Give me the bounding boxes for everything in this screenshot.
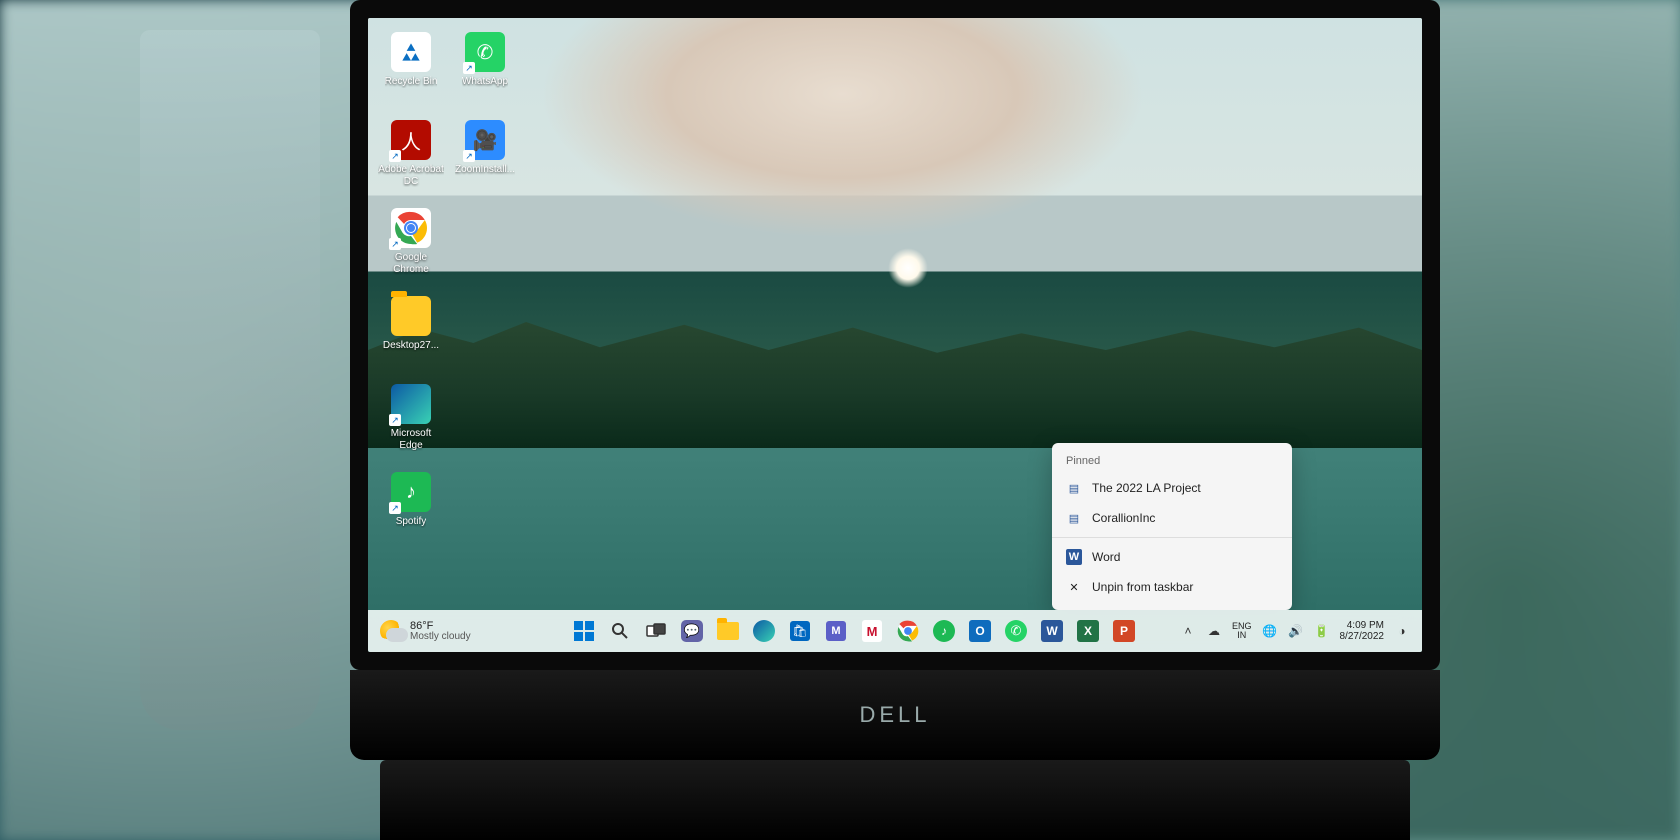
laptop-brand: DELL [350, 670, 1440, 760]
desktop-icon-label: Adobe Acrobat DC [378, 164, 444, 187]
spotify-button[interactable]: ♪ [928, 615, 960, 647]
glass-vase [140, 30, 320, 730]
desktop-icon-label: Desktop27... [383, 340, 439, 352]
desktop-icon-folder[interactable]: Desktop27... [376, 290, 446, 378]
network-icon[interactable]: 🌐 [1262, 623, 1278, 639]
desktop-icon-recycle-bin[interactable]: Recycle Bin [376, 26, 446, 114]
whatsapp-button[interactable]: ✆ [1000, 615, 1032, 647]
app-button[interactable]: M [820, 615, 852, 647]
recycle-bin-icon [391, 32, 431, 72]
taskbar-center: 💬 🛍 M M ♪ O ✆ W X P [528, 615, 1180, 647]
app-icon: M [826, 621, 846, 641]
desktop-icon-acrobat[interactable]: 人 Adobe Acrobat DC [376, 114, 446, 202]
desktop-icon-edge[interactable]: Microsoft Edge [376, 378, 446, 466]
tray-chevron-icon[interactable]: ˄ [1180, 623, 1196, 639]
outlook-button[interactable]: O [964, 615, 996, 647]
jumplist-app-row[interactable]: W Word [1052, 542, 1292, 572]
chrome-button[interactable] [892, 615, 924, 647]
jumplist-unpin-row[interactable]: ✕ Unpin from taskbar [1052, 572, 1292, 602]
powerpoint-icon: P [1113, 620, 1135, 642]
screen: Recycle Bin ✆ WhatsApp 人 Adobe Acrobat D… [368, 18, 1422, 652]
taskbar-jumplist: Pinned ▤ The 2022 LA Project ▤ Corallion… [1052, 443, 1292, 610]
powerpoint-button[interactable]: P [1108, 615, 1140, 647]
desktop-icon-zoom[interactable]: 🎥 ZoomInstall... [450, 114, 520, 202]
search-button[interactable] [604, 615, 636, 647]
volume-icon[interactable]: 🔊 [1288, 623, 1304, 639]
chat-icon: 💬 [681, 620, 703, 642]
jumplist-separator [1052, 537, 1292, 538]
desktop-icon-label: WhatsApp [462, 76, 508, 88]
explorer-icon [717, 622, 739, 640]
unpin-icon: ✕ [1066, 579, 1082, 595]
task-view-button[interactable] [640, 615, 672, 647]
weather-temp: 86°F [410, 621, 471, 632]
jumplist-unpin-label: Unpin from taskbar [1092, 580, 1193, 594]
desktop-icon-label: Spotify [396, 516, 427, 528]
word-doc-icon: ▤ [1066, 510, 1082, 526]
word-icon: W [1041, 620, 1063, 642]
wallpaper-sun [888, 248, 928, 288]
acrobat-icon: 人 [391, 120, 431, 160]
desktop-icon-label: ZoomInstall... [455, 164, 515, 176]
jumplist-item-label: CorallionInc [1092, 511, 1155, 525]
store-icon: 🛍 [790, 621, 810, 641]
desktop-icon-spotify[interactable]: ♪ Spotify [376, 466, 446, 554]
excel-button[interactable]: X [1072, 615, 1104, 647]
spotify-icon: ♪ [391, 472, 431, 512]
edge-icon [753, 620, 775, 642]
jumplist-header: Pinned [1052, 451, 1292, 473]
spotify-icon: ♪ [933, 620, 955, 642]
edge-icon [391, 384, 431, 424]
jumplist-app-label: Word [1092, 550, 1120, 564]
file-explorer-button[interactable] [712, 615, 744, 647]
folder-icon [391, 296, 431, 336]
mcafee-icon: M [862, 620, 882, 642]
battery-icon[interactable]: 🔋 [1314, 623, 1330, 639]
laptop-bezel: Recycle Bin ✆ WhatsApp 人 Adobe Acrobat D… [350, 0, 1440, 670]
desktop-icon-label: Microsoft Edge [378, 428, 444, 451]
language-indicator[interactable]: ENG IN [1232, 622, 1252, 640]
word-icon: W [1066, 549, 1082, 565]
jumplist-pinned-item[interactable]: ▤ The 2022 LA Project [1052, 473, 1292, 503]
chat-button[interactable]: 💬 [676, 615, 708, 647]
chrome-icon [391, 208, 431, 248]
weather-status: Mostly cloudy [410, 632, 471, 642]
taskbar: 86°F Mostly cloudy 💬 🛍 M M ♪ O [368, 610, 1422, 652]
excel-icon: X [1077, 620, 1099, 642]
notifications-icon[interactable]: ◑ [1394, 623, 1410, 639]
desktop-icons-grid: Recycle Bin ✆ WhatsApp 人 Adobe Acrobat D… [376, 26, 520, 554]
clock-date: 8/27/2022 [1340, 631, 1385, 643]
laptop-keyboard [380, 760, 1410, 840]
word-button[interactable]: W [1036, 615, 1068, 647]
start-button[interactable] [568, 615, 600, 647]
store-button[interactable]: 🛍 [784, 615, 816, 647]
laptop: Recycle Bin ✆ WhatsApp 人 Adobe Acrobat D… [350, 0, 1440, 840]
taskbar-weather[interactable]: 86°F Mostly cloudy [368, 620, 528, 642]
jumplist-item-label: The 2022 LA Project [1092, 481, 1201, 495]
desktop-icon-whatsapp[interactable]: ✆ WhatsApp [450, 26, 520, 114]
mcafee-button[interactable]: M [856, 615, 888, 647]
zoom-icon: 🎥 [465, 120, 505, 160]
desktop-icon-chrome[interactable]: Google Chrome [376, 202, 446, 290]
lang-bottom: IN [1237, 631, 1246, 640]
onedrive-icon[interactable]: ☁ [1206, 623, 1222, 639]
desktop-icon-label: Google Chrome [378, 252, 444, 275]
chrome-icon [897, 620, 919, 642]
outlook-icon: O [969, 620, 991, 642]
weather-icon [380, 620, 402, 642]
whatsapp-icon: ✆ [1005, 620, 1027, 642]
jumplist-pinned-item[interactable]: ▤ CorallionInc [1052, 503, 1292, 533]
clock-time: 4:09 PM [1347, 620, 1384, 632]
edge-button[interactable] [748, 615, 780, 647]
desktop-icon-label: Recycle Bin [385, 76, 438, 88]
taskbar-tray: ˄ ☁ ENG IN 🌐 🔊 🔋 4:09 PM 8/27/2022 ◑ [1180, 620, 1422, 643]
taskbar-clock[interactable]: 4:09 PM 8/27/2022 [1340, 620, 1385, 643]
word-doc-icon: ▤ [1066, 480, 1082, 496]
whatsapp-icon: ✆ [465, 32, 505, 72]
